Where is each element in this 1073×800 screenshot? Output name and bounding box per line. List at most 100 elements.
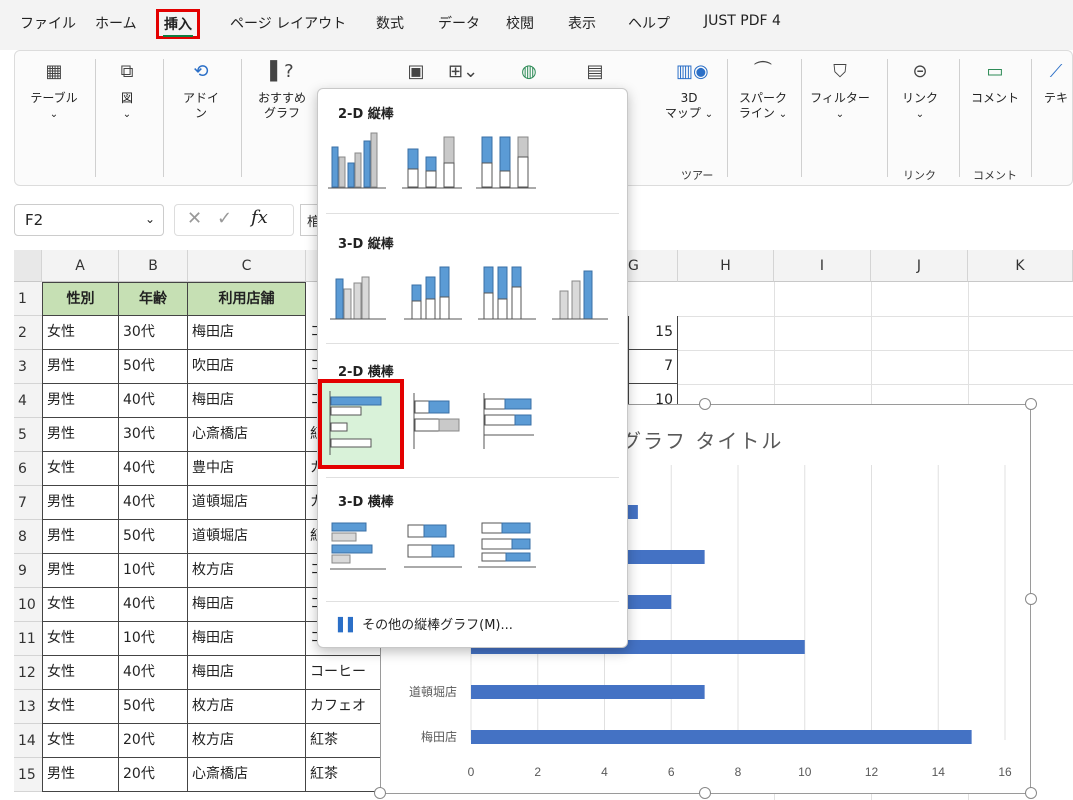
- row-header[interactable]: 15: [14, 758, 42, 792]
- header-cell[interactable]: 性別: [42, 282, 119, 316]
- resize-handle-bottom-right[interactable]: [1025, 787, 1037, 799]
- link-button[interactable]: ⊝ リンク ⌄: [895, 61, 945, 122]
- cell-g2[interactable]: 15: [628, 316, 678, 350]
- row-header[interactable]: 14: [14, 724, 42, 758]
- table-cell[interactable]: コーヒー: [306, 656, 386, 690]
- table-cell[interactable]: 10代: [119, 622, 188, 656]
- name-box[interactable]: F2 ⌄: [14, 204, 164, 236]
- chart-bar[interactable]: [471, 730, 972, 744]
- column-header-h[interactable]: H: [678, 250, 774, 282]
- table-cell[interactable]: 梅田店: [188, 622, 306, 656]
- row-header[interactable]: 8: [14, 520, 42, 554]
- menu-insert[interactable]: 挿入: [156, 9, 200, 39]
- table-cell[interactable]: 50代: [119, 520, 188, 554]
- table-cell[interactable]: 梅田店: [188, 656, 306, 690]
- row-header[interactable]: 9: [14, 554, 42, 588]
- column-header-i[interactable]: I: [774, 250, 871, 282]
- table-cell[interactable]: 女性: [42, 690, 119, 724]
- menu-formulas[interactable]: 数式: [376, 13, 404, 33]
- more-charts-button[interactable]: ▣ ⌄: [391, 61, 441, 104]
- table-cell[interactable]: 40代: [119, 656, 188, 690]
- column-header-g[interactable]: G: [628, 250, 678, 282]
- table-cell[interactable]: 女性: [42, 622, 119, 656]
- row-header[interactable]: 10: [14, 588, 42, 622]
- table-cell[interactable]: 枚方店: [188, 690, 306, 724]
- picture-button[interactable]: ⧉ 図 ⌄: [107, 61, 147, 122]
- pivot-chart-button[interactable]: ▤: [575, 61, 615, 91]
- row-header[interactable]: 4: [14, 384, 42, 418]
- hierarchy-chart-button[interactable]: ⊞⌄: [439, 61, 483, 91]
- sparkline-button[interactable]: ⏜ スパーク ライン ⌄: [733, 61, 793, 122]
- table-cell[interactable]: 男性: [42, 418, 119, 452]
- menu-help[interactable]: ヘルプ: [628, 13, 670, 33]
- menu-home[interactable]: ホーム: [95, 13, 137, 33]
- table-cell[interactable]: 心斎橋店: [188, 418, 306, 452]
- table-cell[interactable]: 50代: [119, 690, 188, 724]
- table-cell[interactable]: 女性: [42, 452, 119, 486]
- header-cell[interactable]: 利用店舗: [188, 282, 306, 316]
- option-100-stacked-bar[interactable]: [478, 389, 548, 459]
- chevron-down-icon[interactable]: ⌄: [145, 212, 155, 226]
- table-cell[interactable]: 30代: [119, 418, 188, 452]
- cell-g3[interactable]: 7: [628, 350, 678, 384]
- option-3d-stacked-bar[interactable]: [400, 513, 470, 583]
- option-stacked-column[interactable]: [400, 127, 470, 197]
- table-cell[interactable]: 男性: [42, 384, 119, 418]
- table-cell[interactable]: 豊中店: [188, 452, 306, 486]
- option-stacked-bar[interactable]: [408, 389, 478, 459]
- option-3d-100-stacked-column[interactable]: [474, 257, 544, 327]
- table-button[interactable]: ▦ テーブル ⌄: [29, 61, 79, 122]
- filter-button[interactable]: ⛉ フィルター ⌄: [807, 61, 873, 122]
- option-clustered-column[interactable]: [326, 127, 396, 197]
- table-cell[interactable]: 20代: [119, 758, 188, 792]
- option-3d-column[interactable]: [548, 257, 618, 327]
- cancel-icon[interactable]: ✕: [187, 208, 202, 229]
- table-cell[interactable]: 吹田店: [188, 350, 306, 384]
- resize-handle-top[interactable]: [699, 398, 711, 410]
- menu-page-layout[interactable]: ページ レイアウト: [230, 13, 346, 33]
- table-cell[interactable]: 梅田店: [188, 384, 306, 418]
- menu-view[interactable]: 表示: [568, 13, 596, 33]
- table-cell[interactable]: 女性: [42, 316, 119, 350]
- option-100-stacked-column[interactable]: [474, 127, 544, 197]
- table-cell[interactable]: 男性: [42, 486, 119, 520]
- row-header[interactable]: 7: [14, 486, 42, 520]
- resize-handle-right[interactable]: [1025, 593, 1037, 605]
- column-header-b[interactable]: B: [119, 250, 188, 282]
- header-cell[interactable]: 年齢: [119, 282, 188, 316]
- column-header-a[interactable]: A: [42, 250, 119, 282]
- table-cell[interactable]: 20代: [119, 724, 188, 758]
- option-3d-clustered-bar[interactable]: [326, 513, 396, 583]
- table-cell[interactable]: 道頓堀店: [188, 520, 306, 554]
- row-header[interactable]: 11: [14, 622, 42, 656]
- table-cell[interactable]: 梅田店: [188, 588, 306, 622]
- table-cell[interactable]: 30代: [119, 316, 188, 350]
- table-cell[interactable]: 男性: [42, 554, 119, 588]
- comment-button[interactable]: ▭ コメント: [967, 61, 1023, 106]
- table-cell[interactable]: 女性: [42, 656, 119, 690]
- option-3d-100-stacked-bar[interactable]: [474, 513, 544, 583]
- table-cell[interactable]: カフェオ: [306, 690, 386, 724]
- row-header[interactable]: 2: [14, 316, 42, 350]
- option-clustered-bar[interactable]: [318, 379, 404, 469]
- map-chart-button[interactable]: ◍: [509, 61, 549, 91]
- column-header-j[interactable]: J: [871, 250, 968, 282]
- resize-handle-top-right[interactable]: [1025, 398, 1037, 410]
- table-cell[interactable]: 40代: [119, 588, 188, 622]
- menu-file[interactable]: ファイル: [20, 13, 76, 33]
- option-3d-clustered-column[interactable]: [326, 257, 396, 327]
- table-cell[interactable]: 枚方店: [188, 554, 306, 588]
- fx-icon[interactable]: fx: [251, 207, 268, 228]
- select-all-corner[interactable]: [14, 250, 42, 282]
- menu-data[interactable]: データ: [438, 13, 480, 33]
- table-cell[interactable]: 男性: [42, 350, 119, 384]
- table-cell[interactable]: 道頓堀店: [188, 486, 306, 520]
- table-cell[interactable]: 梅田店: [188, 316, 306, 350]
- row-header[interactable]: 12: [14, 656, 42, 690]
- table-cell[interactable]: 男性: [42, 758, 119, 792]
- table-cell[interactable]: 枚方店: [188, 724, 306, 758]
- table-cell[interactable]: 男性: [42, 520, 119, 554]
- row-header[interactable]: 1: [14, 282, 42, 316]
- column-header-k[interactable]: K: [968, 250, 1073, 282]
- table-cell[interactable]: 40代: [119, 486, 188, 520]
